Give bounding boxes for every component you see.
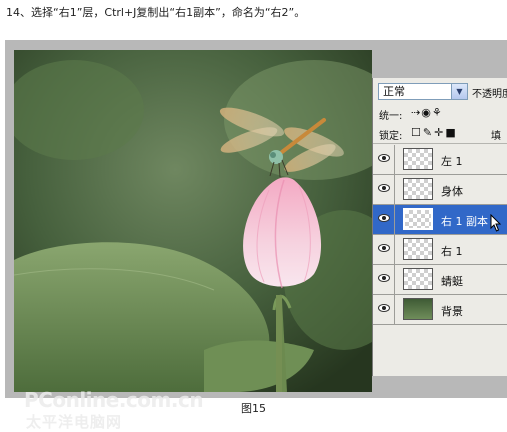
- mouse-cursor-icon: [490, 214, 502, 232]
- chevron-down-icon[interactable]: ▼: [451, 84, 467, 99]
- visibility-toggle[interactable]: [373, 145, 395, 174]
- unify-style-icon[interactable]: ⚘: [432, 106, 443, 119]
- layer-thumbnail: [403, 268, 433, 290]
- visibility-toggle[interactable]: [373, 205, 395, 234]
- eye-icon: [378, 274, 390, 282]
- layer-thumbnail: [403, 178, 433, 200]
- unify-icons: ⇢◉⚘: [411, 106, 443, 119]
- layer-row-selected[interactable]: 右 1 副本: [373, 205, 507, 235]
- unify-row: 统一: ⇢◉⚘: [373, 105, 507, 123]
- lock-row: 锁定: ☐✎✛■ 填: [373, 125, 507, 144]
- visibility-toggle[interactable]: [373, 295, 395, 324]
- figure-caption: 图15: [241, 402, 266, 415]
- blend-row: 正常 ▼ 不透明度: [373, 81, 507, 103]
- unify-position-icon[interactable]: ⇢: [411, 106, 421, 119]
- blend-mode-value: 正常: [383, 85, 405, 98]
- layer-row[interactable]: 身体: [373, 175, 507, 205]
- layer-thumbnail: [403, 238, 433, 260]
- visibility-toggle[interactable]: [373, 265, 395, 294]
- layer-row[interactable]: 左 1: [373, 145, 507, 175]
- opacity-label: 不透明度: [472, 89, 507, 100]
- lock-icons: ☐✎✛■: [411, 126, 458, 139]
- lock-move-icon[interactable]: ✛: [434, 126, 445, 139]
- layer-list: 左 1 身体 右 1 副本 右 1 蜻蜓 背景: [373, 145, 507, 325]
- figure-frame: 正常 ▼ 不透明度 统一: ⇢◉⚘ 锁定: ☐✎✛■ 填 左 1: [5, 40, 507, 431]
- lock-all-icon[interactable]: ■: [445, 126, 457, 139]
- layer-thumbnail: [403, 208, 433, 230]
- unify-visibility-icon[interactable]: ◉: [421, 106, 432, 119]
- layer-thumbnail: [403, 298, 433, 320]
- visibility-toggle[interactable]: [373, 175, 395, 204]
- lotus-dragonfly-photo[interactable]: [14, 50, 372, 392]
- layer-thumbnail: [403, 148, 433, 170]
- eye-icon: [378, 154, 390, 162]
- unify-label: 统一:: [379, 111, 403, 122]
- eye-icon: [378, 184, 390, 192]
- instruction-text: 14、选择“右1”层，Ctrl+J复制出“右1副本”，命名为“右2”。: [6, 6, 306, 19]
- eye-icon: [378, 214, 390, 222]
- layer-name: 蜻蜓: [441, 275, 463, 288]
- layer-row[interactable]: 背景: [373, 295, 507, 325]
- layer-name: 左 1: [441, 155, 463, 168]
- eye-icon: [378, 304, 390, 312]
- lock-paint-icon[interactable]: ✎: [423, 126, 434, 139]
- layer-row[interactable]: 右 1: [373, 235, 507, 265]
- layers-panel: 正常 ▼ 不透明度 统一: ⇢◉⚘ 锁定: ☐✎✛■ 填 左 1: [372, 78, 507, 376]
- layer-row[interactable]: 蜻蜓: [373, 265, 507, 295]
- layer-name: 右 1: [441, 245, 463, 258]
- lock-label: 锁定:: [379, 131, 403, 142]
- layer-name: 背景: [441, 305, 463, 318]
- eye-icon: [378, 244, 390, 252]
- layer-name: 右 1 副本: [441, 215, 488, 228]
- lock-transparent-icon[interactable]: ☐: [411, 126, 423, 139]
- fill-label: 填: [491, 131, 501, 142]
- visibility-toggle[interactable]: [373, 235, 395, 264]
- blend-mode-dropdown[interactable]: 正常 ▼: [378, 83, 468, 100]
- layer-name: 身体: [441, 185, 463, 198]
